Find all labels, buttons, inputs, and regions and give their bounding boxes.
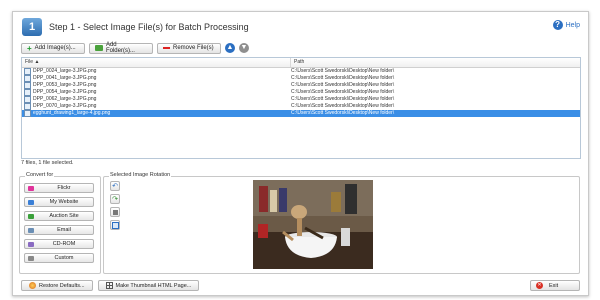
file-list-header: File ▲ Path [22, 58, 580, 68]
remove-files-label: Remove File(s) [173, 45, 214, 51]
image-rotation-label: Selected Image Rotation [109, 172, 172, 178]
rotate-right-button[interactable]: ↷ [110, 194, 120, 204]
add-folders-label: Add Folder(s)... [105, 42, 135, 54]
convert-button-label: Auction Site [49, 213, 79, 219]
convert-button-label: Flickr [57, 185, 71, 191]
file-path: C:\Users\Scott Swedorski\Desktop\New fol… [291, 68, 395, 74]
step-icon: 1 [22, 18, 42, 36]
remove-files-button[interactable]: Remove File(s) [157, 42, 221, 54]
convert-button-label: CD-ROM [52, 241, 76, 247]
column-header-path[interactable]: Path [291, 58, 304, 67]
file-toolbar: + Add Image(s)... Add Folder(s)... Remov… [21, 42, 249, 54]
flickr-icon [28, 186, 34, 191]
image-preview [253, 180, 373, 269]
convert-auction-site-button[interactable]: Auction Site [24, 211, 94, 221]
restore-defaults-button[interactable]: Restore Defaults... [21, 280, 93, 291]
image-properties-icon [111, 222, 119, 229]
file-name: DPP_0053_large-3.JPG.png [33, 82, 97, 88]
convert-for-group: Convert for Flickr My Website Auction Site… [19, 172, 101, 274]
add-images-label: Add Image(s)... [34, 45, 76, 51]
flip-button[interactable] [110, 207, 120, 217]
move-down-button[interactable]: ▼ [239, 43, 249, 53]
file-name: DPP_0070_large-3.JPG.png [33, 103, 97, 109]
file-row[interactable]: DPP_0054_large-3.JPG.png C:\Users\Scott S… [22, 89, 580, 96]
help-label: Help [565, 21, 580, 29]
convert-custom-button[interactable]: Custom [24, 253, 94, 263]
move-up-button[interactable]: ▲ [225, 43, 235, 53]
file-cell: DPP_0024_large-3.JPG.png [22, 68, 287, 75]
file-path: C:\Users\Scott Swedorski\Desktop\New fol… [291, 96, 395, 102]
flip-icon [112, 210, 118, 215]
rotate-left-button[interactable]: ↶ [110, 181, 120, 191]
close-icon: ✕ [536, 282, 543, 289]
convert-button-label: My Website [49, 199, 79, 205]
file-cell: DPP_0062_large-3.JPG.png [22, 96, 287, 103]
convert-button-label: Custom [54, 255, 74, 261]
file-cell: DPP_0054_large-3.JPG.png [22, 89, 287, 96]
file-path: C:\Users\Scott Swedorski\Desktop\New fol… [291, 110, 395, 116]
window-title: Step 1 - Select Image File(s) for Batch … [49, 22, 249, 32]
add-folders-button[interactable]: Add Folder(s)... [89, 42, 153, 54]
folder-icon [95, 45, 103, 51]
file-name: DPP_0024_large-3.JPG.png [33, 68, 97, 74]
convert-email-button[interactable]: Email [24, 225, 94, 235]
image-file-icon [24, 82, 31, 89]
file-row[interactable]: DPP_0024_large-3.JPG.png C:\Users\Scott S… [22, 68, 580, 75]
restore-icon [29, 282, 36, 289]
file-name: DPP_0062_large-3.JPG.png [33, 96, 97, 102]
file-cell: egghunt_drawing1_large-4.jpg.png [22, 110, 287, 117]
help-link[interactable]: ? Help [552, 20, 580, 30]
auction-icon [28, 214, 34, 219]
file-row[interactable]: egghunt_drawing1_large-4.jpg.png C:\Users… [22, 110, 580, 117]
image-file-icon [24, 110, 31, 117]
image-properties-button[interactable] [110, 220, 120, 230]
file-path: C:\Users\Scott Swedorski\Desktop\New fol… [291, 75, 395, 81]
file-name: egghunt_drawing1_large-4.jpg.png [33, 110, 111, 116]
preview-photo [253, 180, 373, 269]
add-images-button[interactable]: + Add Image(s)... [21, 42, 85, 54]
file-row[interactable]: DPP_0062_large-3.JPG.png C:\Users\Scott S… [22, 96, 580, 103]
exit-label: Exit [549, 282, 559, 289]
cdrom-icon [28, 242, 34, 247]
file-row[interactable]: DPP_0041_large-3.JPG.png C:\Users\Scott S… [22, 75, 580, 82]
file-name: DPP_0054_large-3.JPG.png [33, 89, 97, 95]
file-rows: DPP_0024_large-3.JPG.png C:\Users\Scott S… [22, 68, 580, 117]
exit-button[interactable]: ✕ Exit [530, 280, 580, 291]
file-path: C:\Users\Scott Swedorski\Desktop\New fol… [291, 82, 395, 88]
file-path: C:\Users\Scott Swedorski\Desktop\New fol… [291, 89, 395, 95]
remove-icon [163, 47, 170, 49]
make-thumbnail-label: Make Thumbnail HTML Page... [115, 282, 192, 289]
image-file-icon [24, 103, 31, 110]
add-icon: + [27, 43, 32, 53]
image-file-icon [24, 89, 31, 96]
grid-icon [105, 282, 113, 289]
file-row[interactable]: DPP_0070_large-3.JPG.png C:\Users\Scott S… [22, 103, 580, 110]
email-icon [28, 228, 34, 233]
file-cell: DPP_0053_large-3.JPG.png [22, 82, 287, 89]
help-icon: ? [552, 20, 563, 30]
file-list[interactable]: File ▲ Path DPP_0024_large-3.JPG.png C:\U… [21, 57, 581, 159]
bottom-actions: Restore Defaults... Make Thumbnail HTML … [21, 280, 200, 291]
image-file-icon [24, 68, 31, 75]
make-thumbnail-page-button[interactable]: Make Thumbnail HTML Page... [97, 280, 200, 291]
convert-my-website-button[interactable]: My Website [24, 197, 94, 207]
convert-cd-rom-button[interactable]: CD-ROM [24, 239, 94, 249]
convert-button-label: Email [57, 227, 71, 233]
website-icon [28, 200, 34, 205]
custom-icon [28, 256, 34, 261]
convert-flickr-button[interactable]: Flickr [24, 183, 94, 193]
file-row[interactable]: DPP_0053_large-3.JPG.png C:\Users\Scott S… [22, 82, 580, 89]
file-path: C:\Users\Scott Swedorski\Desktop\New fol… [291, 103, 395, 109]
file-name: DPP_0041_large-3.JPG.png [33, 75, 97, 81]
file-cell: DPP_0041_large-3.JPG.png [22, 75, 287, 82]
image-file-icon [24, 75, 31, 82]
restore-defaults-label: Restore Defaults... [39, 282, 85, 289]
file-cell: DPP_0070_large-3.JPG.png [22, 103, 287, 110]
batch-processing-window: 1 Step 1 - Select Image File(s) for Batc… [12, 11, 589, 296]
selection-status: 7 files, 1 file selected. [21, 160, 74, 166]
image-file-icon [24, 96, 31, 103]
convert-for-label: Convert for [25, 172, 55, 178]
column-header-file[interactable]: File ▲ [22, 58, 291, 67]
